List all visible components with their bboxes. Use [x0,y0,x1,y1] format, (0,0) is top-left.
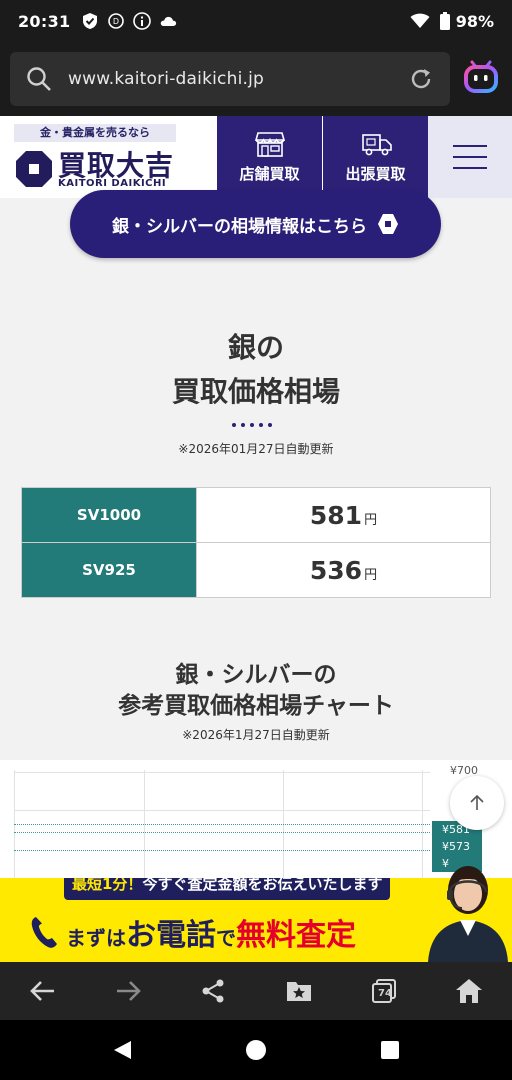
back-arrow-icon[interactable] [23,971,63,1011]
truck-icon [361,131,392,157]
url-text[interactable]: www.kaitori-daikichi.jp [68,69,406,89]
logo-tagline: 金・貴金属を売るなら [14,124,176,142]
cta-word: で [216,926,236,950]
battery-icon [439,11,450,31]
chart-series-line [14,824,430,825]
price-table: SV1000 581 円 SV925 536 円 [21,487,491,598]
forward-arrow-icon[interactable] [108,971,148,1011]
browser-address-bar: www.kaitori-daikichi.jp [0,42,512,116]
cta-word: まずは [66,926,126,950]
scroll-to-top-button[interactable] [450,776,504,830]
url-field[interactable]: www.kaitori-daikichi.jp [10,52,450,106]
cta-free-appraisal: 無料査定 [236,918,356,953]
chart-gridline [14,810,430,811]
assistant-icon[interactable] [460,56,502,98]
price-title-line1: 銀の [227,331,284,364]
chart-gridline [14,772,430,773]
site-header: 金・貴金属を売るなら 買取大吉 KAITORI DAIKICHI 店舗買取 出張… [0,116,512,198]
cta-top-label: 最短1分！今すぐ査定金額をお伝えいたします [64,878,391,900]
chart-title-line2: 参考買取価格相場チャート [118,693,394,719]
phone-icon [30,915,60,949]
reload-icon[interactable] [406,64,436,94]
price-updated: ※2026年01月27日自動更新 [178,442,334,456]
nav-home-visit-purchase[interactable]: 出張買取 [322,116,428,198]
cta-word: お電話 [126,918,216,953]
hamburger-menu-icon[interactable] [428,116,512,198]
status-bar: 20:31 D 98% [0,0,512,42]
shield-check-icon [80,11,100,31]
price-unit: 円 [364,512,378,528]
title-dots [232,423,272,427]
system-recents-icon[interactable] [378,1038,402,1062]
share-icon[interactable] [193,971,233,1011]
cta-top-prefix: 最短1分！ [72,878,143,893]
site-logo[interactable]: 金・貴金属を売るなら 買取大吉 KAITORI DAIKICHI [0,116,216,198]
info-icon [132,11,152,31]
tabs-icon[interactable]: 74 [364,971,404,1011]
cta-bottom-text: まずは お電話 で 無料査定 [30,910,356,954]
system-back-icon[interactable] [110,1038,134,1062]
nav-store-purchase[interactable]: 店舗買取 [216,116,322,198]
bookmark-folder-icon[interactable] [279,971,319,1011]
browser-toolbar: 74 [0,962,512,1020]
chart-updated: ※2026年1月27日自動更新 [182,728,330,742]
nav-store-label: 店舗買取 [239,164,300,183]
tabs-count: 74 [378,987,392,999]
price-unit: 円 [364,567,378,583]
chart-value-label: ¥573 [432,838,482,855]
arrow-up-icon [470,794,484,810]
status-time: 20:31 [18,11,71,31]
logo-roman: KAITORI DAIKICHI [58,178,167,189]
operator-image [424,860,512,962]
data-saver-icon: D [106,11,126,31]
grade-label: SV925 [21,542,197,598]
table-row: SV925 536 円 [21,542,491,598]
system-nav-bar [0,1020,512,1080]
silver-info-button[interactable]: 銀・シルバーの相場情報はこちら [70,190,441,258]
price-title-line2: 買取価格相場 [171,375,340,408]
chart-series-line [14,832,430,833]
price-value: 536 [309,555,363,585]
logo-mark-icon [14,149,54,189]
cloud-icon [158,11,178,31]
system-home-icon[interactable] [244,1038,268,1062]
wifi-icon [410,11,430,31]
chart-title-line1: 銀・シルバーの [175,662,337,688]
price-cell: 536 円 [196,542,491,598]
hexagon-arrow-icon [377,213,399,235]
table-row: SV1000 581 円 [21,487,491,543]
status-right: 98% [410,11,494,31]
nav-visit-label: 出張買取 [345,164,406,183]
battery-percent: 98% [455,11,494,31]
home-icon[interactable] [449,971,489,1011]
chart-series-line [14,850,430,851]
chart-tick-label: ¥700 [450,764,478,777]
silver-info-label: 銀・シルバーの相場情報はこちら [112,216,367,237]
svg-text:D: D [113,17,119,26]
cta-top-text: 今すぐ査定金額をお伝えいたします [142,878,383,893]
store-icon [254,131,285,157]
price-value: 581 [309,500,363,530]
search-icon [24,64,54,94]
price-cell: 581 円 [196,487,491,543]
grade-label: SV1000 [21,487,197,543]
